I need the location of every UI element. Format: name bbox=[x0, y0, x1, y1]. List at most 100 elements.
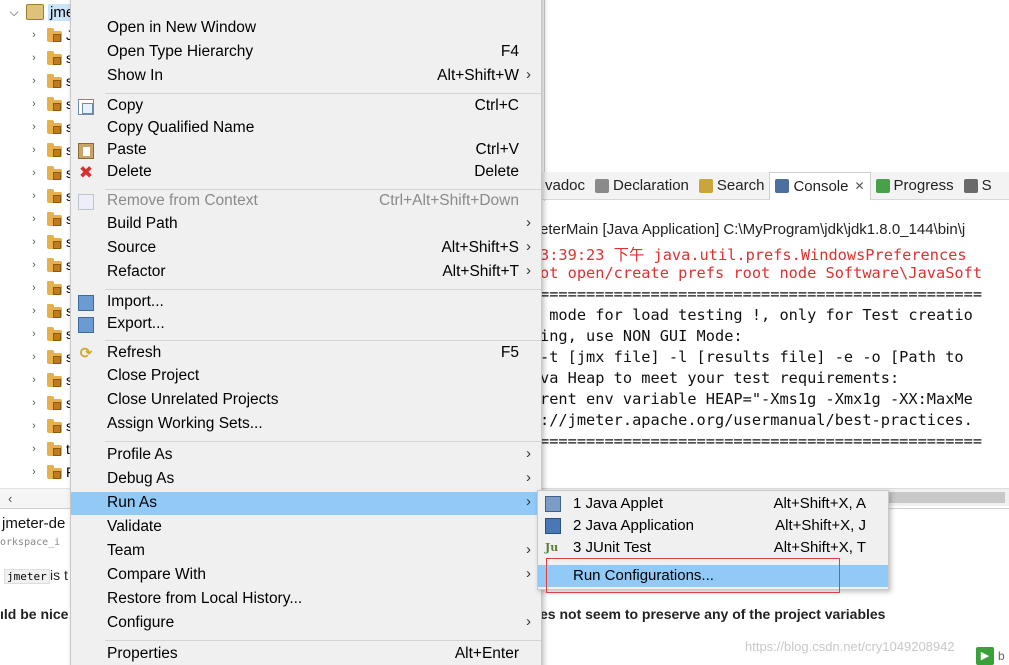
package-shape bbox=[53, 309, 61, 318]
menu-item-refactor[interactable]: Refactor Alt+Shift+T › bbox=[71, 261, 541, 284]
tree-item[interactable]: ›s bbox=[0, 322, 80, 345]
submenu-item-2-java-application[interactable]: 2 Java Application Alt+Shift+X, J bbox=[538, 515, 888, 537]
close-icon[interactable]: ✕ bbox=[854, 179, 864, 193]
menu-item-open-type-hierarchy[interactable]: Open Type Hierarchy F4 bbox=[71, 41, 541, 64]
tree-item[interactable]: ›s bbox=[0, 184, 80, 207]
console-line: 3:39:23 下午 java.util.prefs.WindowsPrefer… bbox=[540, 246, 967, 264]
status-icon[interactable]: ▶ bbox=[976, 647, 994, 665]
menu-item-build-path[interactable]: Build Path › bbox=[71, 213, 541, 236]
chevron-right-icon[interactable]: › bbox=[26, 420, 42, 432]
chevron-right-icon[interactable]: › bbox=[26, 98, 42, 110]
package-folder-icon bbox=[46, 257, 64, 272]
chevron-right-icon[interactable]: › bbox=[26, 466, 42, 478]
chevron-right-icon[interactable]: › bbox=[26, 167, 42, 179]
tab-label: Console bbox=[793, 177, 849, 195]
menu-item-source[interactable]: Source Alt+Shift+S › bbox=[71, 237, 541, 260]
chevron-right-icon[interactable]: › bbox=[26, 328, 42, 340]
submenu-item-1-java-applet[interactable]: 1 Java Applet Alt+Shift+X, A bbox=[538, 493, 888, 515]
menu-item-compare-with[interactable]: Compare With › bbox=[71, 564, 541, 587]
editor-tab-label[interactable]: jmeter-de bbox=[2, 515, 65, 532]
package-folder-icon bbox=[46, 464, 64, 479]
package-folder-icon bbox=[46, 96, 64, 111]
menu-item-label: Open Type Hierarchy bbox=[107, 43, 254, 60]
menu-item-copy-qualified-name[interactable]: Copy Qualified Name bbox=[71, 117, 541, 140]
tree-item[interactable]: ›s bbox=[0, 115, 80, 138]
tab-search[interactable]: Search bbox=[694, 172, 770, 200]
tree-item[interactable]: ›t bbox=[0, 437, 80, 460]
chevron-right-icon[interactable]: › bbox=[26, 397, 42, 409]
console-line: rent env variable HEAP="-Xms1g -Xmx1g -X… bbox=[540, 390, 973, 408]
menu-item-delete[interactable]: ✖ Delete Delete bbox=[71, 161, 541, 184]
menu-item-configure[interactable]: Configure › bbox=[71, 612, 541, 635]
chevron-right-icon[interactable]: › bbox=[26, 374, 42, 386]
menu-item-label: Build Path bbox=[107, 215, 178, 232]
menu-item-properties[interactable]: Properties Alt+Enter bbox=[71, 643, 541, 665]
menu-item-debug-as[interactable]: Debug As › bbox=[71, 468, 541, 491]
menu-item-go-into[interactable]: Go Into bbox=[71, 0, 541, 5]
menu-item-run-as[interactable]: Run As › bbox=[71, 492, 541, 515]
console-line: ========================================… bbox=[540, 285, 983, 303]
chevron-right-icon[interactable]: › bbox=[26, 75, 42, 87]
chevron-right-icon[interactable]: › bbox=[26, 236, 42, 248]
tree-item[interactable]: ›s bbox=[0, 414, 80, 437]
tree-item[interactable]: ›J bbox=[0, 23, 80, 46]
menu-separator bbox=[105, 289, 541, 290]
chevron-down-icon[interactable]: ⌵ bbox=[4, 5, 24, 20]
tree-item[interactable]: ›s bbox=[0, 368, 80, 391]
tree-item[interactable]: ›s bbox=[0, 92, 80, 115]
chevron-right-icon[interactable]: › bbox=[26, 351, 42, 363]
menu-item-paste[interactable]: Paste Ctrl+V bbox=[71, 139, 541, 162]
chevron-right-icon[interactable]: › bbox=[26, 213, 42, 225]
tab-console[interactable]: Console ✕ bbox=[769, 171, 871, 200]
tree-item[interactable]: ›s bbox=[0, 161, 80, 184]
chevron-right-icon[interactable]: › bbox=[26, 443, 42, 455]
menu-item-assign-working-sets[interactable]: Assign Working Sets... bbox=[71, 413, 541, 436]
body-text: is t bbox=[50, 567, 68, 583]
tree-item[interactable]: ›s bbox=[0, 253, 80, 276]
tree-item[interactable]: ›F bbox=[0, 460, 80, 483]
tree-item[interactable]: ›s bbox=[0, 138, 80, 161]
horizontal-scrollbar[interactable]: ‹ bbox=[0, 488, 72, 510]
chevron-right-icon: › bbox=[526, 565, 531, 582]
menu-item-label: Delete bbox=[107, 163, 152, 180]
tree-item[interactable]: ›s bbox=[0, 230, 80, 253]
tree-item[interactable]: ›s bbox=[0, 46, 80, 69]
menu-item-import[interactable]: Import... bbox=[71, 291, 541, 314]
menu-item-copy[interactable]: Copy Ctrl+C bbox=[71, 95, 541, 118]
menu-item-refresh[interactable]: ⟳ Refresh F5 bbox=[71, 342, 541, 365]
tree-item[interactable]: ›s bbox=[0, 276, 80, 299]
chevron-right-icon[interactable]: › bbox=[26, 259, 42, 271]
tab-declaration[interactable]: Declaration bbox=[590, 172, 694, 200]
chevron-right-icon[interactable]: › bbox=[26, 190, 42, 202]
shortcut-label: Alt+Shift+X, T bbox=[773, 539, 866, 556]
tree-item[interactable]: ›s bbox=[0, 299, 80, 322]
console-line: ://jmeter.apache.org/usermanual/best-pra… bbox=[540, 411, 973, 429]
menu-item-export[interactable]: Export... bbox=[71, 313, 541, 336]
menu-item-open-in-new-window[interactable]: Open in New Window bbox=[71, 17, 541, 40]
menu-item-remove-from-context[interactable]: Remove from Context Ctrl+Alt+Shift+Down bbox=[71, 190, 541, 213]
tree-item[interactable]: ›s bbox=[0, 207, 80, 230]
tab-progress[interactable]: Progress bbox=[871, 172, 959, 200]
chevron-right-icon[interactable]: › bbox=[26, 121, 42, 133]
submenu-item-3-junit-test[interactable]: Ju 3 JUnit Test Alt+Shift+X, T bbox=[538, 537, 888, 559]
menu-item-close-unrelated-projects[interactable]: Close Unrelated Projects bbox=[71, 389, 541, 412]
tab-s[interactable]: S bbox=[959, 172, 997, 200]
chevron-right-icon[interactable]: › bbox=[26, 144, 42, 156]
scroll-left-icon[interactable]: ‹ bbox=[8, 491, 12, 506]
chevron-right-icon[interactable]: › bbox=[26, 282, 42, 294]
package-folder-icon bbox=[46, 303, 64, 318]
tab-vadoc[interactable]: vadoc bbox=[540, 172, 590, 200]
chevron-right-icon[interactable]: › bbox=[26, 305, 42, 317]
chevron-right-icon[interactable]: › bbox=[26, 52, 42, 64]
menu-item-validate[interactable]: Validate bbox=[71, 516, 541, 539]
submenu-item-run-configurations[interactable]: Run Configurations... bbox=[538, 565, 888, 587]
menu-item-show-in[interactable]: Show In Alt+Shift+W › bbox=[71, 65, 541, 88]
chevron-right-icon[interactable]: › bbox=[26, 29, 42, 41]
menu-item-close-project[interactable]: Close Project bbox=[71, 365, 541, 388]
menu-item-restore-from-local-history[interactable]: Restore from Local History... bbox=[71, 588, 541, 611]
tree-item[interactable]: ›s bbox=[0, 345, 80, 368]
tree-item[interactable]: ›s bbox=[0, 69, 80, 92]
tree-item[interactable]: ›s bbox=[0, 391, 80, 414]
menu-item-team[interactable]: Team › bbox=[71, 540, 541, 563]
menu-item-profile-as[interactable]: Profile As › bbox=[71, 444, 541, 467]
